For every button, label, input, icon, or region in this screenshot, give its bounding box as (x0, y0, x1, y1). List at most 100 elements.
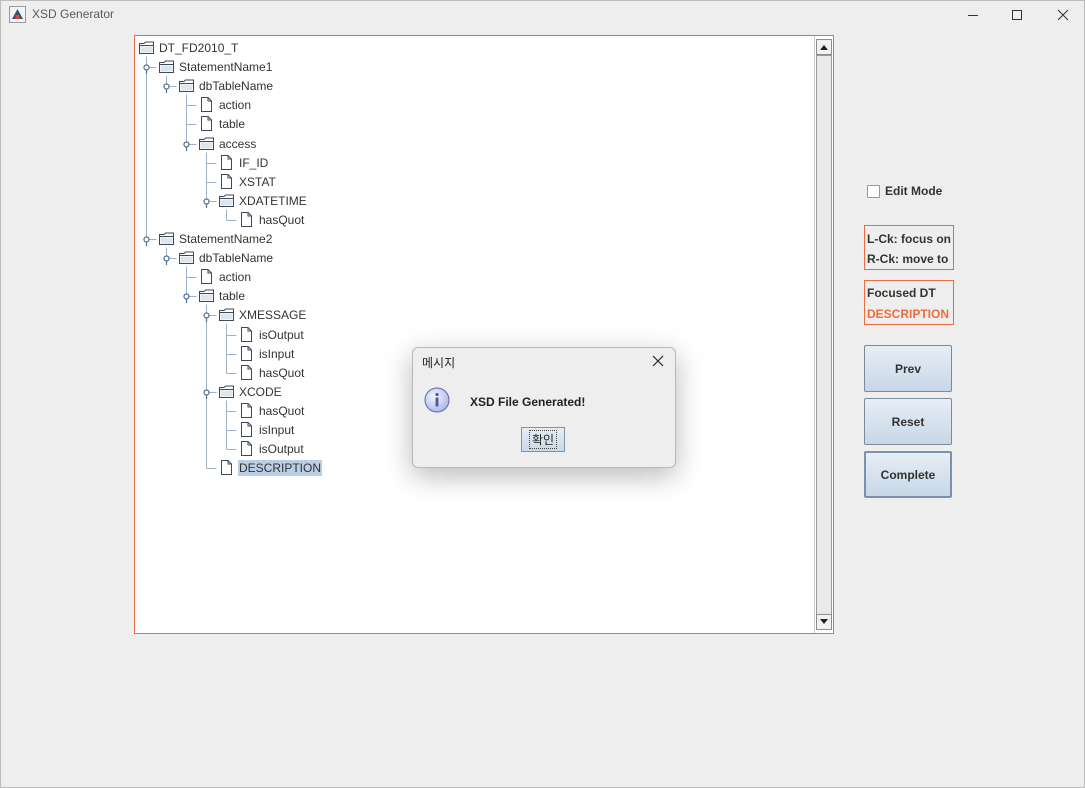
tree-node-label: access (219, 136, 257, 151)
complete-button[interactable]: Complete (864, 451, 952, 498)
dialog-close-icon[interactable] (651, 354, 665, 368)
arrow-up-icon (820, 45, 828, 50)
tree-leaf-node[interactable]: XSTAT (218, 173, 277, 190)
edit-mode-checkbox[interactable] (867, 184, 880, 198)
tree-leaf-node[interactable]: hasQuot (238, 364, 305, 381)
maximize-button[interactable] (994, 1, 1040, 29)
expand-toggle-icon (143, 64, 150, 74)
focused-dt-box: Focused DT DESCRIPTION (864, 280, 954, 325)
tree-node-label: XDATETIME (239, 193, 307, 208)
close-window-button[interactable] (1040, 1, 1085, 29)
tree-leaf-node[interactable]: table (198, 115, 246, 132)
tree-folder-node[interactable]: DT_FD2010_T (138, 39, 239, 56)
dialog-message: XSD File Generated! (470, 395, 586, 409)
folder-icon (219, 194, 234, 207)
expand-toggle-icon (143, 236, 150, 246)
tree-folder-node[interactable]: access (198, 135, 257, 152)
file-icon (221, 174, 232, 189)
tree-node-label: isInput (259, 422, 295, 437)
expand-toggle-icon (203, 198, 210, 208)
tree-node-label: dbTableName (199, 78, 274, 93)
info-icon (424, 387, 450, 413)
tree-node-label: XMESSAGE (239, 307, 307, 322)
tree-leaf-node[interactable]: isOutput (238, 440, 305, 457)
tree-node-label: table (219, 288, 246, 303)
expand-toggle-icon (163, 255, 170, 265)
message-dialog: 메시지 XSD File Generated! 확인 (412, 347, 676, 468)
expand-toggle-icon (203, 389, 210, 399)
dialog-body: XSD File Generated! 확인 (413, 377, 675, 467)
folder-icon (199, 137, 214, 150)
edit-mode-toggle[interactable]: Edit Mode (867, 184, 942, 198)
folder-icon (179, 79, 194, 92)
file-icon (241, 422, 252, 437)
dialog-title: 메시지 (422, 356, 456, 370)
tree-leaf-node[interactable]: hasQuot (238, 402, 305, 419)
tree-node-label: hasQuot (259, 212, 305, 227)
tree-folder-node[interactable]: table (198, 287, 246, 304)
tree-view[interactable]: DT_FD2010_T StatementName1 dbTableName acti… (135, 36, 815, 633)
tree-node-label: dbTableName (199, 250, 274, 265)
file-icon (241, 403, 252, 418)
tree-folder-node[interactable]: StatementName1 (158, 58, 273, 75)
folder-icon (219, 385, 234, 398)
tree-leaf-node[interactable]: action (198, 96, 252, 113)
file-icon (201, 97, 212, 112)
vertical-scrollbar[interactable] (814, 36, 833, 633)
tree-node-label: StatementName2 (179, 231, 273, 246)
scroll-down-button[interactable] (816, 614, 832, 630)
focused-dt-label: Focused DT (867, 286, 936, 300)
expand-toggle-icon (203, 312, 210, 322)
file-icon (221, 460, 232, 475)
ok-button-label: 확인 (528, 430, 558, 449)
ok-button[interactable]: 확인 (521, 427, 565, 452)
tree-leaf-node[interactable]: hasQuot (238, 211, 305, 228)
maximize-icon (1012, 10, 1022, 20)
tree-node-label: action (219, 97, 252, 112)
tree-panel: DT_FD2010_T StatementName1 dbTableName acti… (134, 35, 834, 634)
edit-mode-label: Edit Mode (885, 184, 943, 198)
close-icon (1057, 9, 1069, 21)
java-app-icon (9, 6, 26, 23)
scroll-thumb[interactable] (816, 55, 832, 617)
tree-node-label: StatementName1 (179, 59, 273, 74)
tree-folder-node[interactable]: StatementName2 (158, 230, 273, 247)
tree-folder-node[interactable]: XMESSAGE (218, 306, 307, 323)
scroll-up-button[interactable] (816, 39, 832, 55)
tree-node-label: isOutput (259, 441, 304, 456)
tree-leaf-node[interactable]: isInput (238, 345, 295, 362)
file-icon (241, 327, 252, 342)
folder-icon (159, 232, 174, 245)
prev-button[interactable]: Prev (864, 345, 952, 392)
tree-folder-node[interactable]: dbTableName (178, 77, 274, 94)
file-icon (241, 212, 252, 227)
tree-leaf-node[interactable]: DESCRIPTION (218, 459, 323, 476)
focused-dt-value: DESCRIPTION (867, 307, 950, 321)
tree-node-label: XCODE (239, 384, 282, 399)
file-icon (201, 116, 212, 131)
file-icon (201, 269, 212, 284)
folder-icon (199, 289, 214, 302)
reset-button[interactable]: Reset (864, 398, 952, 445)
title-bar: XSD Generator (1, 1, 1084, 29)
tree-node-label: isInput (259, 346, 295, 361)
expand-toggle-icon (183, 141, 190, 151)
folder-icon (139, 41, 154, 54)
tree-folder-node[interactable]: dbTableName (178, 249, 274, 266)
minimize-button[interactable] (950, 1, 996, 29)
file-icon (241, 365, 252, 380)
hint-left-click: L-Ck: focus on (867, 232, 951, 246)
tree-leaf-node[interactable]: action (198, 268, 252, 285)
tree-leaf-node[interactable]: isOutput (238, 326, 305, 343)
file-icon (241, 346, 252, 361)
tree-leaf-node[interactable]: IF_ID (218, 154, 269, 171)
tree-leaf-node[interactable]: isInput (238, 421, 295, 438)
app-window: XSD Generator DT_FD2010_T StatementName1 d… (0, 0, 1085, 788)
tree-folder-node[interactable]: XDATETIME (218, 192, 308, 209)
tree-node-label: isOutput (259, 327, 304, 342)
tree-node-label: hasQuot (259, 403, 305, 418)
folder-icon (219, 308, 234, 321)
tree-folder-node[interactable]: XCODE (218, 383, 283, 400)
file-icon (221, 155, 232, 170)
expand-toggle-icon (163, 83, 170, 93)
